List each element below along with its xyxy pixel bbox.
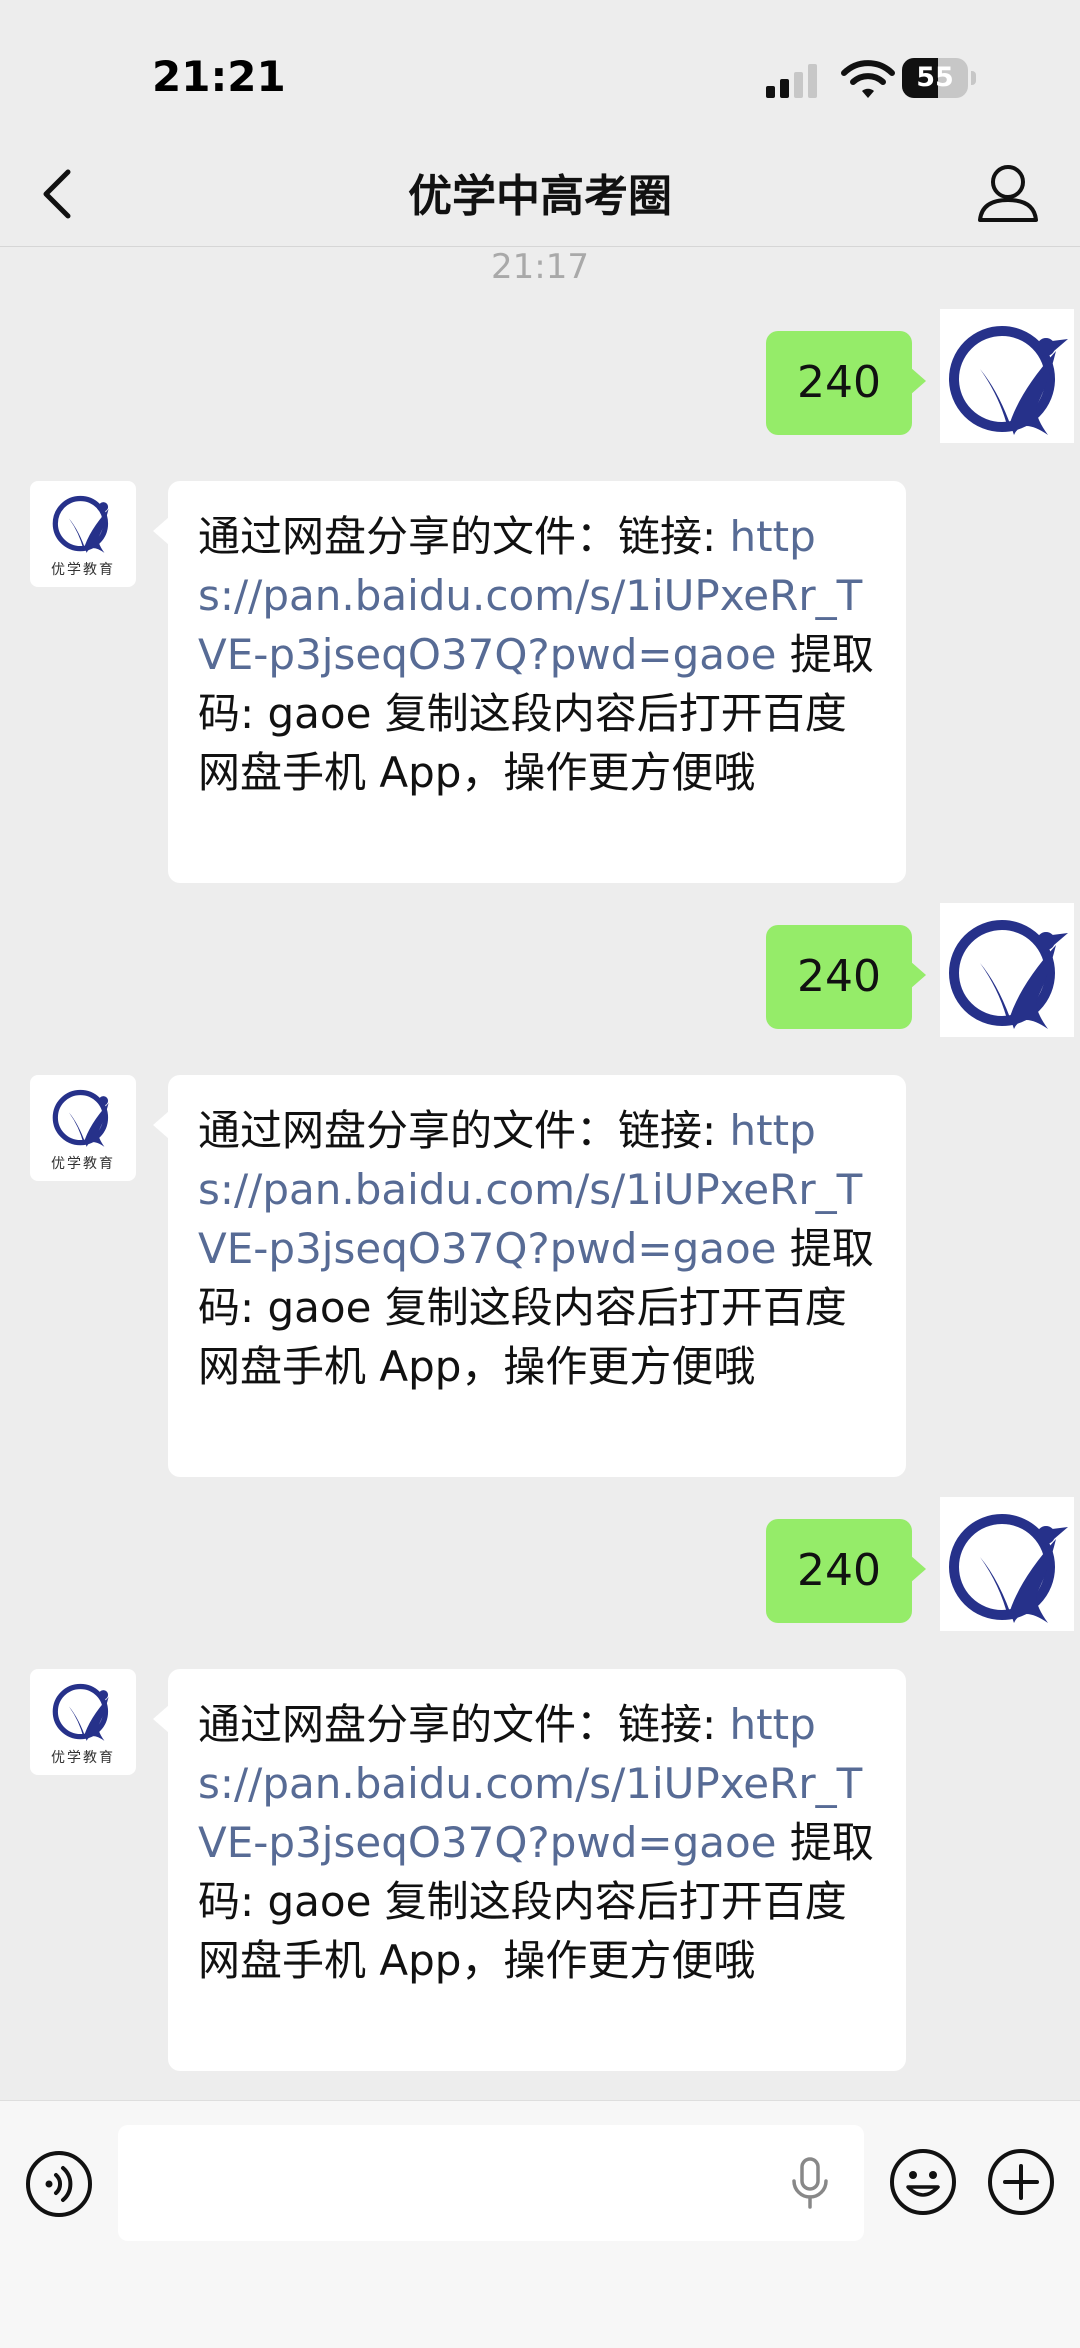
bird-logo-icon [949, 326, 1068, 435]
wifi-icon [841, 60, 895, 98]
message-input[interactable] [118, 2125, 864, 2241]
plus-icon [988, 2149, 1054, 2215]
outgoing-bubble[interactable]: 240 [766, 1519, 926, 1623]
person-icon [978, 165, 1038, 222]
battery-level-text: 55 [916, 62, 954, 93]
incoming-message: 优学教育 通过网盘分享的文件：链接: https://pan.baidu.com… [0, 481, 1080, 883]
message-text: 通过网盘分享的文件：链接: [198, 512, 730, 561]
my-avatar[interactable] [940, 903, 1074, 1037]
emoji-button[interactable] [888, 2147, 958, 2217]
voice-icon [26, 2151, 92, 2217]
incoming-bubble[interactable]: 通过网盘分享的文件：链接: https://pan.baidu.com/s/1i… [153, 1075, 906, 1477]
outgoing-bubble[interactable]: 240 [766, 925, 926, 1029]
message-timestamp: 21:17 [491, 247, 589, 287]
bot-avatar[interactable]: 优学教育 [30, 481, 136, 587]
bot-avatar[interactable]: 优学教育 [30, 1669, 136, 1775]
chat-info-button[interactable] [972, 158, 1044, 228]
status-time: 21:21 [152, 52, 286, 101]
bot-avatar-caption: 优学教育 [51, 1750, 115, 1766]
chevron-left-icon [43, 169, 71, 219]
microphone-icon[interactable] [788, 2157, 832, 2211]
bot-avatar[interactable]: 优学教育 [30, 1075, 136, 1181]
message-text: 通过网盘分享的文件：链接: [198, 1700, 730, 1749]
bird-logo-icon [52, 1089, 109, 1147]
incoming-message: 优学教育 通过网盘分享的文件：链接: https://pan.baidu.com… [0, 1075, 1080, 1477]
bird-logo-icon [949, 1514, 1068, 1623]
status-bar: 21:21 55 [0, 0, 1080, 140]
cellular-signal-icon [766, 64, 817, 98]
outgoing-message: 240 [0, 903, 1080, 1037]
outgoing-bubble[interactable]: 240 [766, 331, 926, 435]
bot-avatar-caption: 优学教育 [51, 562, 115, 578]
back-button[interactable] [30, 162, 90, 226]
incoming-bubble[interactable]: 通过网盘分享的文件：链接: https://pan.baidu.com/s/1i… [153, 481, 906, 883]
my-avatar[interactable] [940, 309, 1074, 443]
incoming-bubble[interactable]: 通过网盘分享的文件：链接: https://pan.baidu.com/s/1i… [153, 1669, 906, 2071]
my-avatar[interactable] [940, 1497, 1074, 1631]
nav-bar: 优学中高考圈 [0, 140, 1080, 247]
message-text: 通过网盘分享的文件：链接: [198, 1106, 730, 1155]
bot-avatar-caption: 优学教育 [51, 1156, 115, 1172]
page-title: 优学中高考圈 [408, 171, 672, 222]
emoji-icon [890, 2149, 956, 2215]
outgoing-message: 240 [0, 1497, 1080, 1631]
outgoing-message: 240 [0, 309, 1080, 443]
voice-mode-button[interactable] [24, 2149, 94, 2219]
bird-logo-icon [52, 495, 109, 553]
chat-area[interactable]: 21:17 240 优学教育 通过网盘分享的文件：链接: https://pan… [0, 247, 1080, 2100]
battery-indicator: 55 [902, 58, 976, 98]
more-actions-button[interactable] [986, 2147, 1056, 2217]
bird-logo-icon [949, 920, 1068, 1029]
input-bar [0, 2100, 1080, 2348]
bird-logo-icon [52, 1683, 109, 1741]
incoming-message: 优学教育 通过网盘分享的文件：链接: https://pan.baidu.com… [0, 1669, 1080, 2071]
